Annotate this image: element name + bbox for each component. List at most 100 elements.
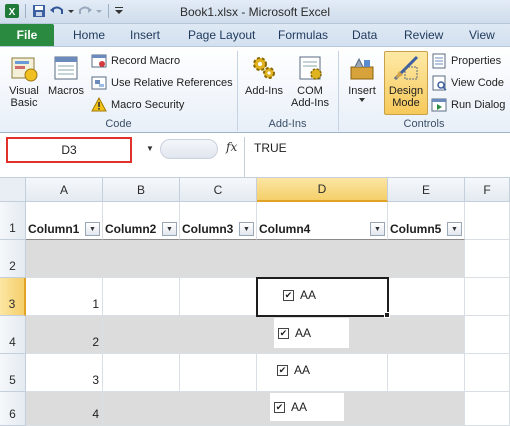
cell[interactable] [465, 316, 510, 354]
record-macro-label: Record Macro [111, 55, 181, 67]
table-cell[interactable]: 2 [26, 316, 103, 354]
formula-bar-controls [160, 139, 218, 159]
title-bar: X Book1.xlsx - Microsoft Excel [0, 0, 510, 24]
insert-control-label: Insert [348, 85, 376, 97]
select-all-button[interactable] [0, 178, 26, 202]
add-ins-button[interactable]: Add-Ins [242, 53, 286, 97]
row-header-4[interactable]: 4 [0, 316, 26, 354]
checkbox-label: AA [291, 400, 308, 414]
cell[interactable] [465, 392, 510, 426]
filter-dropdown-icon[interactable]: ▼ [239, 222, 254, 236]
tab-formulas[interactable]: Formulas [278, 28, 328, 42]
cell[interactable] [465, 278, 510, 316]
run-dialog-button[interactable]: Run Dialog [431, 97, 505, 113]
visual-basic-button[interactable]: Visual Basic [6, 53, 42, 109]
check-mark-icon[interactable]: ✔ [277, 364, 288, 376]
add-ins-label: Add-Ins [245, 85, 283, 97]
name-box-dropdown-icon[interactable]: ▼ [146, 144, 154, 153]
table-header-cell[interactable]: Column1 ▼ [26, 202, 103, 240]
cell[interactable] [465, 240, 510, 278]
table-row-band[interactable] [26, 240, 465, 278]
tab-view[interactable]: View [469, 28, 495, 42]
filter-dropdown-icon[interactable]: ▼ [85, 222, 100, 236]
row-header-2[interactable]: 2 [0, 240, 26, 278]
table-header-cell[interactable]: Column3 ▼ [180, 202, 257, 240]
row-header-1[interactable]: 1 [0, 202, 26, 240]
insert-function-icon[interactable]: fx [226, 140, 237, 154]
chevron-down-icon [359, 98, 365, 102]
filter-dropdown-icon[interactable]: ▼ [370, 222, 385, 236]
column-header-a[interactable]: A [26, 178, 103, 202]
tab-data[interactable]: Data [352, 28, 377, 42]
gears-icon [253, 57, 275, 79]
macro-security-label: Macro Security [111, 99, 185, 111]
group-label-controls: Controls [403, 118, 445, 130]
row-header-6[interactable]: 6 [0, 392, 26, 426]
table-cell[interactable] [180, 354, 257, 392]
relative-references-label: Use Relative References [111, 77, 233, 89]
filter-dropdown-icon[interactable]: ▼ [162, 222, 177, 236]
checkbox-label: AA [295, 326, 312, 340]
tab-file[interactable]: File [0, 24, 54, 46]
record-macro-button[interactable]: Record Macro [91, 53, 180, 69]
warning-icon [91, 97, 107, 112]
fill-handle[interactable] [384, 312, 390, 318]
checkbox-label: AA [294, 363, 311, 377]
com-add-ins-button[interactable]: COM Add-Ins [288, 53, 332, 109]
table-header-label: Column5 [390, 222, 442, 236]
visual-basic-label-l1: Visual [9, 85, 39, 97]
checkbox-control[interactable]: ✔ AA [274, 318, 349, 348]
checkbox-control[interactable]: ✔ AA [273, 360, 333, 380]
formula-input[interactable]: TRUE [254, 141, 287, 155]
view-code-icon [432, 75, 447, 91]
tab-review[interactable]: Review [404, 28, 443, 42]
worksheet-grid: A B C D E F 1 2 3 4 5 6 Column1 ▼ Column2… [0, 178, 510, 426]
table-header-label: Column1 [28, 222, 80, 236]
design-mode-label-l1: Design [388, 85, 424, 97]
table-cell[interactable]: 3 [26, 354, 103, 392]
check-mark-icon[interactable]: ✔ [274, 401, 285, 413]
table-header-label: Column2 [105, 222, 157, 236]
column-header-f[interactable]: F [465, 178, 510, 202]
table-header-cell[interactable]: Column5 ▼ [388, 202, 465, 240]
table-cell[interactable]: 4 [26, 392, 103, 426]
filter-dropdown-icon[interactable]: ▼ [447, 222, 462, 236]
table-cell[interactable] [103, 278, 180, 316]
cell[interactable] [465, 354, 510, 392]
tab-home[interactable]: Home [73, 28, 105, 42]
run-dialog-icon [431, 98, 447, 112]
run-dialog-label: Run Dialog [451, 99, 506, 111]
visual-basic-icon [11, 57, 38, 82]
name-box[interactable]: D3 [6, 137, 132, 163]
table-cell[interactable] [103, 354, 180, 392]
column-header-d[interactable]: D [257, 178, 388, 202]
cell[interactable] [465, 202, 510, 240]
macros-button[interactable]: Macros [46, 53, 86, 97]
com-add-ins-icon [299, 56, 322, 80]
macro-security-button[interactable]: Macro Security [91, 97, 184, 113]
group-label-add-ins: Add-Ins [268, 118, 307, 130]
table-cell[interactable]: 1 [26, 278, 103, 316]
column-header-b[interactable]: B [103, 178, 180, 202]
relative-references-button[interactable]: Use Relative References [91, 75, 233, 91]
tab-page-layout[interactable]: Page Layout [188, 28, 255, 42]
view-code-label: View Code [451, 77, 504, 89]
design-mode-button[interactable]: Design Mode [384, 53, 428, 109]
table-cell[interactable] [180, 278, 257, 316]
check-mark-icon[interactable]: ✔ [278, 327, 289, 339]
table-header-cell[interactable]: Column4 ▼ [257, 202, 388, 240]
table-header-cell[interactable]: Column2 ▼ [103, 202, 180, 240]
row-header-5[interactable]: 5 [0, 354, 26, 392]
row-header-3[interactable]: 3 [0, 278, 26, 316]
checkbox-control[interactable]: ✔ AA [270, 393, 344, 421]
com-add-ins-label-l1: COM [297, 85, 323, 97]
table-cell[interactable] [388, 278, 465, 316]
insert-control-button[interactable]: Insert [342, 53, 382, 103]
com-add-ins-label-l2: Add-Ins [291, 97, 329, 109]
column-header-e[interactable]: E [388, 178, 465, 202]
view-code-button[interactable]: View Code [431, 75, 504, 91]
column-header-c[interactable]: C [180, 178, 257, 202]
properties-button[interactable]: Properties [431, 53, 501, 69]
table-cell[interactable] [388, 354, 465, 392]
tab-insert[interactable]: Insert [130, 28, 160, 42]
